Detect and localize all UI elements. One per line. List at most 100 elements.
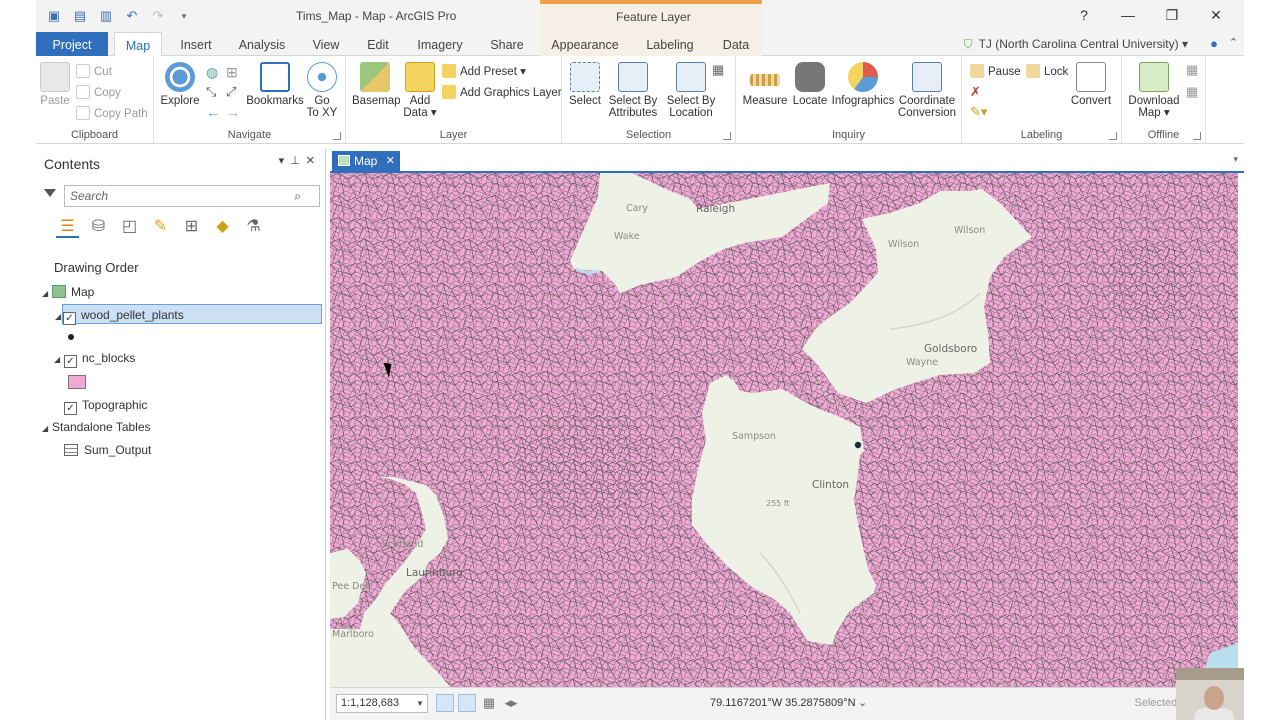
add-preset-button[interactable]: Add Preset ▾ bbox=[442, 64, 526, 78]
zoom-in-icon[interactable]: ⤡ bbox=[206, 84, 216, 100]
tab-analysis[interactable]: Analysis bbox=[232, 32, 292, 56]
list-by-drawing-order-icon[interactable]: ☰ bbox=[56, 216, 79, 238]
visibility-checkbox[interactable]: ✓ bbox=[64, 402, 77, 415]
remove-offline-icon[interactable]: ▦ bbox=[1186, 84, 1198, 100]
tab-insert[interactable]: Insert bbox=[172, 32, 220, 56]
tab-map[interactable]: Map bbox=[114, 32, 162, 57]
convert-button[interactable]: Convert bbox=[1066, 62, 1116, 107]
close-button[interactable]: ✕ bbox=[1194, 6, 1238, 24]
new-project-icon[interactable]: ▣ bbox=[44, 8, 64, 24]
minimize-button[interactable]: — bbox=[1106, 6, 1150, 24]
unplaced-labels-icon[interactable]: ✗ bbox=[970, 84, 981, 100]
polygon-symbol[interactable] bbox=[68, 372, 86, 392]
coordinate-conversion-button[interactable]: Coordinate Conversion bbox=[896, 62, 958, 119]
tab-share[interactable]: Share bbox=[482, 32, 532, 56]
tree-layer-wood-pellet-plants[interactable]: ◢ ✓ wood_pellet_plants bbox=[55, 304, 322, 325]
pin-icon[interactable]: ⊥ bbox=[290, 155, 306, 167]
collapse-icon[interactable]: ◢ bbox=[42, 419, 52, 439]
collapse-ribbon-icon[interactable]: ⌃ bbox=[1229, 36, 1238, 49]
pause-drawing-icon[interactable]: ◂▸ bbox=[502, 694, 520, 712]
notifications-icon[interactable]: ● bbox=[1210, 36, 1218, 51]
wood-pellet-plant-point[interactable] bbox=[854, 441, 862, 449]
download-map-button[interactable]: Download Map ▾ bbox=[1124, 62, 1184, 119]
grid-icon[interactable]: ▦ bbox=[480, 694, 498, 712]
visibility-checkbox[interactable]: ✓ bbox=[63, 312, 76, 325]
tab-imagery[interactable]: Imagery bbox=[410, 32, 470, 56]
add-data-button[interactable]: Add Data ▾ bbox=[402, 62, 438, 119]
measure-button[interactable]: Measure bbox=[740, 62, 790, 107]
point-symbol[interactable] bbox=[68, 326, 74, 346]
collapse-icon[interactable]: ◢ bbox=[54, 350, 64, 370]
tab-edit[interactable]: Edit bbox=[358, 32, 398, 56]
tree-layer-topographic[interactable]: ✓ Topographic bbox=[64, 395, 147, 415]
tab-dropdown-icon[interactable]: ▾ bbox=[1233, 154, 1238, 165]
locate-button[interactable]: Locate bbox=[790, 62, 830, 107]
undo-icon[interactable]: ↶ bbox=[122, 8, 142, 24]
restore-button[interactable]: ❐ bbox=[1150, 6, 1194, 24]
list-by-editing-icon[interactable]: ✎ bbox=[149, 216, 172, 238]
add-graphics-layer-button[interactable]: Add Graphics Layer bbox=[442, 85, 562, 99]
tree-standalone-tables[interactable]: ◢ Standalone Tables bbox=[42, 417, 151, 437]
search-icon[interactable]: ⌕ bbox=[294, 189, 301, 204]
filter-icon[interactable] bbox=[44, 189, 56, 201]
labeling-launcher-icon[interactable] bbox=[1109, 132, 1117, 140]
help-button[interactable]: ? bbox=[1062, 6, 1106, 24]
attributes-icon[interactable]: ▦ bbox=[712, 62, 724, 78]
label-priority-icon[interactable]: ✎▾ bbox=[970, 104, 987, 120]
tab-data[interactable]: Data bbox=[710, 32, 762, 56]
map-canvas[interactable]: Cary Raleigh Wake Wilson Wilson Goldsbor… bbox=[330, 173, 1238, 687]
full-extent-icon[interactable]: ◍ bbox=[206, 64, 218, 81]
list-by-selection-icon[interactable]: ◰ bbox=[118, 216, 141, 238]
labeling-label: Labeling bbox=[1020, 129, 1063, 141]
customize-qat-icon[interactable]: ▾ bbox=[174, 8, 194, 24]
list-by-snapping-icon[interactable]: ⊞ bbox=[180, 216, 203, 238]
select-button[interactable]: Select bbox=[568, 62, 602, 107]
list-by-perspective-icon[interactable]: ⚗ bbox=[242, 216, 265, 238]
fixed-extent-icon[interactable] bbox=[436, 694, 454, 712]
open-icon[interactable]: ▤ bbox=[70, 8, 90, 24]
tab-project[interactable]: Project bbox=[36, 32, 108, 56]
copy-path-button[interactable]: Copy Path bbox=[76, 106, 148, 120]
save-icon[interactable]: ▥ bbox=[96, 8, 116, 24]
pane-close-icon[interactable]: ✕ bbox=[306, 155, 321, 167]
navigate-launcher-icon[interactable] bbox=[333, 132, 341, 140]
selection-launcher-icon[interactable] bbox=[723, 132, 731, 140]
pause-labels-button[interactable]: Pause bbox=[970, 64, 1021, 78]
zoom-out-icon[interactable]: ⤢ bbox=[226, 84, 236, 100]
basemap-button[interactable]: Basemap bbox=[352, 62, 401, 107]
cut-button[interactable]: Cut bbox=[76, 64, 112, 78]
tree-map[interactable]: ◢ Map bbox=[42, 282, 94, 302]
pane-menu-icon[interactable]: ▾ bbox=[279, 155, 291, 167]
offline-launcher-icon[interactable] bbox=[1193, 132, 1201, 140]
list-by-data-source-icon[interactable]: ⛁ bbox=[87, 216, 110, 238]
infographics-button[interactable]: Infographics bbox=[830, 62, 896, 107]
lock-labels-button[interactable]: Lock bbox=[1026, 64, 1068, 78]
copy-button[interactable]: Copy bbox=[76, 85, 121, 99]
go-to-xy-button[interactable]: Go To XY bbox=[304, 62, 340, 119]
tab-labeling[interactable]: Labeling bbox=[630, 32, 710, 56]
bookmarks-button[interactable]: Bookmarks bbox=[246, 62, 304, 107]
select-by-attributes-button[interactable]: Select By Attributes bbox=[604, 62, 662, 119]
coordinate-format-dropdown[interactable]: ⌄ bbox=[858, 696, 867, 709]
search-input[interactable]: Search ⌕ bbox=[64, 185, 320, 207]
visibility-checkbox[interactable]: ✓ bbox=[64, 355, 77, 368]
tree-layer-nc-blocks[interactable]: ◢ ✓ nc_blocks bbox=[54, 348, 135, 368]
previous-extent-icon[interactable]: ← bbox=[206, 104, 220, 120]
sync-icon[interactable]: ▦ bbox=[1186, 62, 1198, 78]
redo-icon[interactable]: ↷ bbox=[148, 8, 168, 24]
user-account[interactable]: ⛉ TJ (North Carolina Central University) … bbox=[964, 37, 1188, 52]
scale-selector[interactable]: 1:1,128,683 ▼ bbox=[336, 694, 428, 713]
close-tab-icon[interactable]: ✕ bbox=[386, 151, 395, 171]
snapping-icon[interactable] bbox=[458, 694, 476, 712]
map-tab[interactable]: Map ✕ bbox=[332, 151, 400, 171]
next-extent-icon[interactable]: → bbox=[226, 104, 240, 120]
collapse-icon[interactable]: ◢ bbox=[42, 284, 52, 304]
fixed-zoom-icon[interactable]: ⊞ bbox=[226, 64, 238, 81]
collapse-icon[interactable]: ◢ bbox=[55, 307, 63, 327]
tab-view[interactable]: View bbox=[304, 32, 348, 56]
list-by-labeling-icon[interactable]: ◆ bbox=[211, 216, 234, 238]
explore-button[interactable]: Explore bbox=[160, 62, 200, 107]
tab-appearance[interactable]: Appearance bbox=[540, 32, 630, 56]
paste-button[interactable]: Paste bbox=[40, 62, 70, 107]
tree-table-sum-output[interactable]: Sum_Output bbox=[64, 440, 151, 460]
